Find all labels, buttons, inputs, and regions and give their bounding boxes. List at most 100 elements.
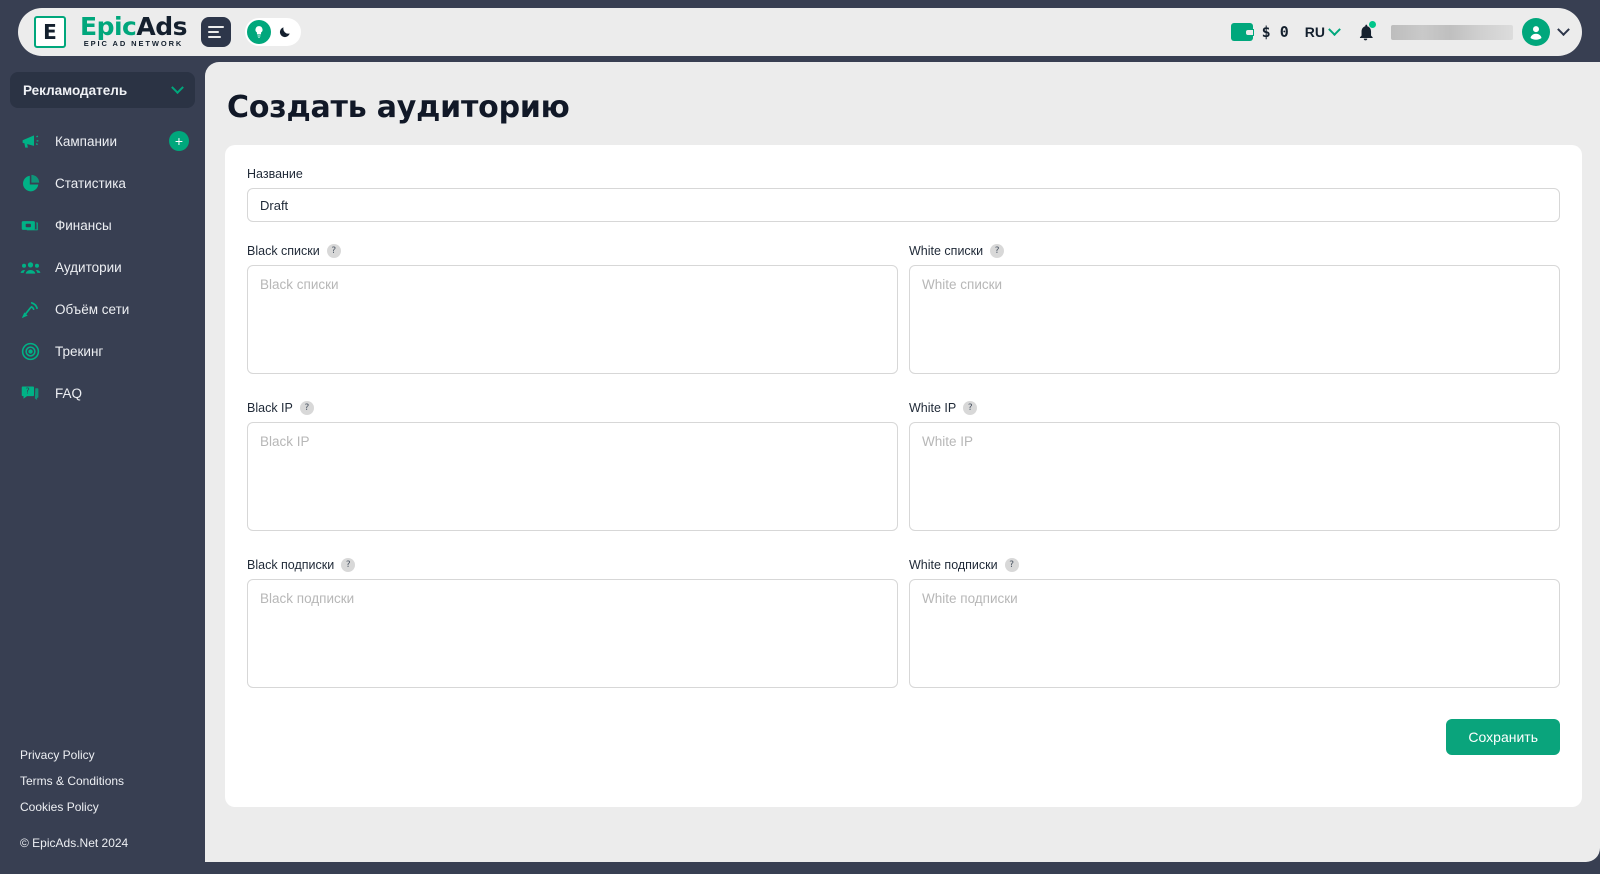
menu-bar-3 bbox=[208, 35, 221, 38]
sidebar-item-label: Статистика bbox=[55, 175, 126, 191]
footer-link-privacy-policy[interactable]: Privacy Policy bbox=[20, 748, 205, 762]
name-input[interactable] bbox=[247, 188, 1560, 222]
sidebar-item-label: Трекинг bbox=[55, 343, 104, 359]
black-subscriptions-label-text: Black подписки bbox=[247, 558, 335, 572]
header-left-group: E EpicAds EPIC AD NETWORK bbox=[34, 14, 301, 50]
black-subscriptions-label: Black подписки ? bbox=[247, 558, 898, 572]
black-lists-label: Black списки ? bbox=[247, 244, 898, 258]
main-content: Создать аудиторию Название Black списки … bbox=[205, 62, 1600, 862]
black-ip-textarea[interactable] bbox=[247, 422, 898, 531]
add-campaign-button[interactable]: + bbox=[169, 131, 189, 151]
black-ip-label: Black IP ? bbox=[247, 401, 898, 415]
sidebar-item-faq[interactable]: ? FAQ bbox=[0, 372, 205, 414]
money-icon bbox=[20, 215, 41, 236]
ip-row: Black IP ? White IP ? bbox=[247, 401, 1560, 536]
sidebar-item-finance[interactable]: Финансы bbox=[0, 204, 205, 246]
white-subscriptions-textarea[interactable] bbox=[909, 579, 1560, 688]
sidebar-item-tracking[interactable]: Трекинг bbox=[0, 330, 205, 372]
help-icon[interactable]: ? bbox=[1004, 558, 1019, 572]
name-field-group: Название bbox=[247, 167, 1560, 222]
help-icon[interactable]: ? bbox=[326, 244, 341, 258]
question-chat-icon: ? bbox=[20, 383, 41, 404]
copyright-text: © EpicAds.Net 2024 bbox=[20, 836, 129, 850]
help-icon[interactable]: ? bbox=[299, 401, 314, 415]
sidebar: Рекламодатель Кампании + Статистика Фина… bbox=[0, 62, 205, 874]
notification-badge bbox=[1369, 21, 1376, 28]
sidebar-item-label: Кампании bbox=[55, 133, 118, 149]
sidebar-item-label: Финансы bbox=[55, 217, 112, 233]
wallet-icon bbox=[1230, 23, 1254, 41]
top-header: E EpicAds EPIC AD NETWORK $ 0 RU bbox=[18, 8, 1582, 56]
white-lists-label: White списки ? bbox=[909, 244, 1560, 258]
sidebar-item-network-volume[interactable]: Объём сети bbox=[0, 288, 205, 330]
chevron-down-icon bbox=[1328, 22, 1341, 36]
svg-text:?: ? bbox=[25, 386, 29, 395]
subscriptions-row: Black подписки ? White подписки ? bbox=[247, 558, 1560, 693]
black-lists-group: Black списки ? bbox=[247, 244, 898, 379]
logo-mark-letter: E bbox=[43, 20, 57, 44]
users-icon bbox=[20, 257, 41, 278]
wallet-slot bbox=[1244, 29, 1254, 36]
balance-widget[interactable]: $ 0 bbox=[1230, 23, 1289, 41]
header-right-group: $ 0 RU bbox=[1230, 18, 1570, 46]
user-avatar-icon bbox=[1522, 18, 1550, 46]
name-field-label: Название bbox=[247, 167, 303, 181]
chevron-down-icon bbox=[171, 80, 184, 94]
sidebar-item-label: FAQ bbox=[55, 385, 83, 401]
sidebar-nav: Кампании + Статистика Финансы Аудитории … bbox=[0, 120, 205, 414]
black-lists-textarea[interactable] bbox=[247, 265, 898, 374]
white-ip-label-text: White IP bbox=[909, 401, 957, 415]
black-subscriptions-textarea[interactable] bbox=[247, 579, 898, 688]
help-icon[interactable]: ? bbox=[341, 558, 356, 572]
footer-link-terms-conditions[interactable]: Terms & Conditions bbox=[20, 774, 205, 788]
form-actions: Сохранить bbox=[247, 719, 1560, 755]
menu-icon[interactable] bbox=[201, 17, 231, 47]
chevron-down-icon bbox=[1557, 22, 1570, 36]
language-selector[interactable]: RU bbox=[1304, 22, 1341, 40]
language-label: RU bbox=[1304, 24, 1325, 40]
black-lists-label-text: Black списки bbox=[247, 244, 320, 258]
balance-amount: $ 0 bbox=[1261, 23, 1289, 41]
signal-icon bbox=[20, 299, 41, 320]
menu-bar-2 bbox=[208, 30, 219, 34]
user-name-masked bbox=[1391, 24, 1513, 40]
logo-title-ads: Ads bbox=[136, 12, 187, 42]
bell-icon[interactable] bbox=[1355, 21, 1376, 43]
white-ip-group: White IP ? bbox=[909, 401, 1560, 536]
sidebar-item-campaigns[interactable]: Кампании + bbox=[0, 120, 205, 162]
moon-icon bbox=[273, 20, 297, 44]
help-icon[interactable]: ? bbox=[990, 244, 1005, 258]
white-subscriptions-label-text: White подписки bbox=[909, 558, 998, 572]
menu-bars bbox=[208, 24, 224, 41]
logo-title-epic: Epic bbox=[80, 12, 137, 42]
white-lists-label-text: White списки bbox=[909, 244, 984, 258]
theme-toggle[interactable] bbox=[245, 18, 301, 46]
white-ip-label: White IP ? bbox=[909, 401, 1560, 415]
white-subscriptions-group: White подписки ? bbox=[909, 558, 1560, 693]
white-subscriptions-label: White подписки ? bbox=[909, 558, 1560, 572]
white-lists-textarea[interactable] bbox=[909, 265, 1560, 374]
lightbulb-icon bbox=[247, 20, 271, 44]
sidebar-item-label: Объём сети bbox=[55, 301, 130, 317]
help-icon[interactable]: ? bbox=[963, 401, 978, 415]
app-root: E EpicAds EPIC AD NETWORK $ 0 RU Рекламо… bbox=[0, 0, 1600, 874]
logo-mark-icon[interactable]: E bbox=[34, 16, 66, 48]
footer-link-cookies-policy[interactable]: Cookies Policy bbox=[20, 800, 205, 814]
logo-wordmark[interactable]: EpicAds EPIC AD NETWORK bbox=[80, 14, 187, 50]
role-selector[interactable]: Рекламодатель bbox=[10, 72, 195, 108]
white-ip-textarea[interactable] bbox=[909, 422, 1560, 531]
save-button[interactable]: Сохранить bbox=[1446, 719, 1560, 755]
logo-title: EpicAds bbox=[80, 14, 187, 39]
create-audience-card: Название Black списки ? White списки ? bbox=[225, 145, 1582, 807]
menu-bar-1 bbox=[208, 26, 224, 29]
target-icon bbox=[20, 341, 41, 362]
page-title: Создать аудиторию bbox=[227, 90, 570, 125]
sidebar-footer: Privacy Policy Terms & Conditions Cookie… bbox=[0, 748, 205, 874]
sidebar-item-audiences[interactable]: Аудитории bbox=[0, 246, 205, 288]
user-menu[interactable] bbox=[1391, 18, 1570, 46]
black-subscriptions-group: Black подписки ? bbox=[247, 558, 898, 693]
sidebar-item-statistics[interactable]: Статистика bbox=[0, 162, 205, 204]
white-lists-group: White списки ? bbox=[909, 244, 1560, 379]
pie-chart-icon bbox=[20, 173, 41, 194]
logo-tagline: EPIC AD NETWORK bbox=[83, 39, 184, 49]
